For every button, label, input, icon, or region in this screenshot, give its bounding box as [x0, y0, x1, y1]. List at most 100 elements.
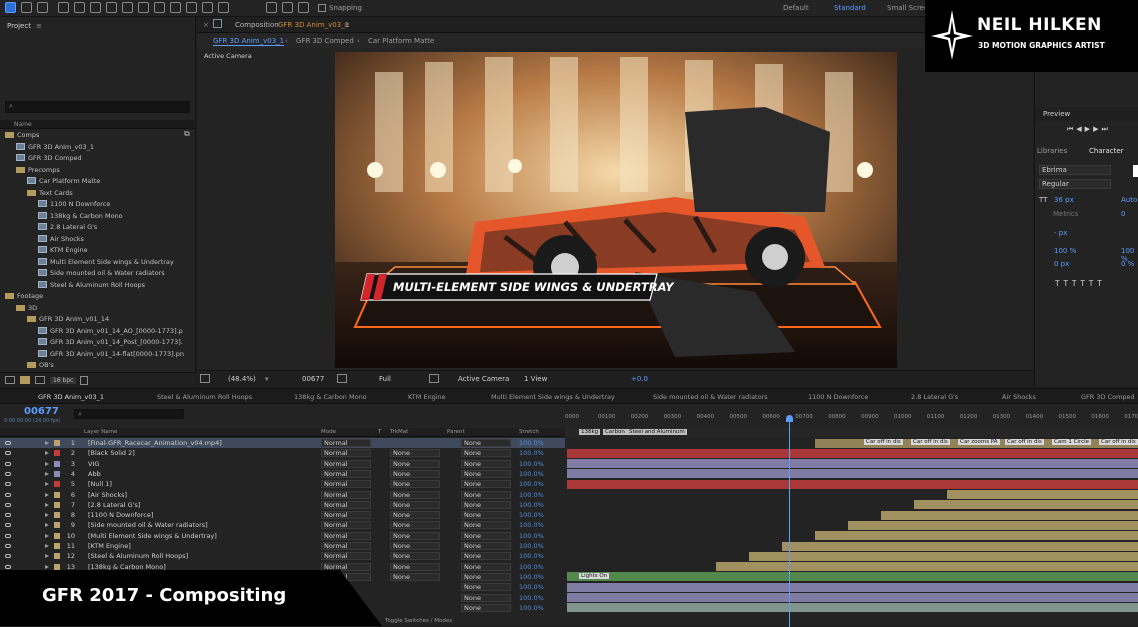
toggle-switches-modes[interactable]: Toggle Switches / Modes [385, 618, 452, 624]
parent-select[interactable]: None [461, 449, 511, 458]
parent-select[interactable]: None [461, 583, 511, 592]
expand-triangle-icon[interactable] [45, 451, 49, 456]
parent-select[interactable]: None [461, 490, 511, 499]
selection-tool-icon[interactable] [5, 2, 16, 13]
flowchart-icon[interactable]: ⧉ [184, 129, 190, 139]
type-tool-icon[interactable] [138, 2, 149, 13]
tsume-value[interactable]: 0 % [1121, 260, 1134, 268]
visibility-eye-icon[interactable] [5, 451, 11, 456]
parent-select[interactable]: None [461, 552, 511, 561]
vertical-scale-value[interactable]: 100 % [1054, 247, 1076, 255]
chevron-down-icon[interactable]: ▾ [265, 375, 269, 383]
visibility-eye-icon[interactable] [5, 513, 11, 518]
track-matte-select[interactable]: None [390, 562, 440, 571]
layer-marker[interactable]: Lights On [579, 573, 610, 579]
project-column-header[interactable]: Name [0, 120, 196, 129]
font-style-select[interactable]: Regular [1039, 179, 1111, 189]
parent-select[interactable]: None [461, 459, 511, 468]
header-trkmat[interactable]: TrkMat [390, 429, 408, 435]
header-mode[interactable]: Mode [321, 429, 336, 435]
stretch-value[interactable]: 100.0% [519, 541, 544, 551]
project-item[interactable]: GFR 3D Anim_v01_14_Post_[0000-1773]. [38, 337, 183, 348]
layer-duration-bar[interactable] [567, 479, 1138, 489]
parent-select[interactable]: None [461, 572, 511, 581]
expand-triangle-icon[interactable] [45, 471, 49, 476]
timeline-tab[interactable]: Steel & Aluminum Roll Hoops [157, 393, 252, 401]
parent-select[interactable]: None [461, 439, 511, 447]
parent-select[interactable]: None [461, 562, 511, 571]
expand-triangle-icon[interactable] [45, 564, 49, 569]
comp-marker[interactable]: 138kg [579, 429, 601, 435]
visibility-eye-icon[interactable] [5, 492, 11, 497]
comp-marker[interactable]: Carbon [603, 429, 627, 435]
track-matte-select[interactable]: None [390, 459, 440, 468]
project-item[interactable]: KTM Engine [38, 245, 88, 256]
layer-duration-bar[interactable] [567, 593, 1138, 602]
parent-select[interactable]: None [461, 469, 511, 478]
expand-triangle-icon[interactable] [45, 492, 49, 497]
pen-tool-icon[interactable] [122, 2, 133, 13]
current-time-indicator[interactable] [789, 419, 790, 627]
layer-row[interactable]: 2 [Black Solid 2] Normal None None 100.0% [0, 448, 565, 458]
stretch-value[interactable]: 100.0% [519, 510, 544, 520]
header-t[interactable]: T [378, 429, 381, 435]
parent-select[interactable]: None [461, 480, 511, 489]
layer-duration-bar[interactable] [815, 531, 1138, 541]
layer-row[interactable]: 6 [Air Shocks] Normal None None 100.0% [0, 490, 565, 500]
track-matte-select[interactable]: None [390, 500, 440, 509]
expand-triangle-icon[interactable] [45, 482, 49, 487]
track-matte-select[interactable]: None [390, 490, 440, 499]
layer-mode-select[interactable]: Normal [321, 552, 371, 561]
header-layer-name[interactable]: Layer Name [84, 429, 117, 435]
project-search-input[interactable]: ⌕ [5, 101, 190, 113]
layer-duration-bar[interactable] [567, 572, 1138, 582]
rotate-tool-icon[interactable] [58, 2, 69, 13]
visibility-eye-icon[interactable] [5, 533, 11, 538]
rectangle-tool-icon[interactable] [106, 2, 117, 13]
project-folder[interactable]: GFR 3D Anim_v01_14 [27, 314, 109, 325]
project-item[interactable]: GFR 3D Anim_v03_1 [16, 142, 94, 153]
stretch-value[interactable]: 100.0% [519, 479, 544, 489]
stretch-value[interactable]: 100.0% [519, 500, 544, 510]
leading-value[interactable]: Auto [1121, 196, 1137, 204]
layer-duration-bar[interactable] [567, 469, 1138, 479]
trash-icon[interactable] [80, 376, 88, 385]
track-matte-select[interactable]: None [390, 542, 440, 550]
region-of-interest-icon[interactable] [429, 374, 439, 383]
track-matte-select[interactable]: None [390, 572, 440, 581]
expand-triangle-icon[interactable] [45, 441, 49, 445]
new-composition-icon[interactable] [35, 376, 45, 384]
expand-triangle-icon[interactable] [45, 533, 49, 538]
comp-marker[interactable]: Steel and Aluminum [627, 429, 687, 435]
breadcrumb-gfr-3d-anim[interactable]: GFR 3D Anim_v03_1 [213, 37, 285, 46]
layer-duration-bar[interactable] [947, 490, 1138, 499]
layer-row[interactable]: 5 [Null 1] Normal None None 100.0% [0, 479, 565, 489]
timeline-tab[interactable]: Air Shocks [1002, 393, 1036, 401]
header-stretch[interactable]: Stretch [519, 429, 539, 435]
layer-duration-bar[interactable] [848, 520, 1138, 530]
zoom-tool-icon[interactable] [37, 2, 48, 13]
stretch-value[interactable]: 100.0% [519, 551, 544, 561]
layer-duration-bar[interactable] [914, 500, 1138, 510]
layer-mode-select[interactable]: Normal [321, 480, 371, 489]
visibility-eye-icon[interactable] [5, 564, 11, 569]
stretch-value[interactable]: 100.0% [519, 438, 544, 448]
resolution-select[interactable]: Full [379, 375, 391, 383]
layer-mode-select[interactable]: Normal [321, 542, 371, 550]
new-folder-icon[interactable] [20, 376, 30, 384]
layer-duration-bar[interactable] [749, 551, 1138, 561]
layer-marker[interactable]: Car off in dis [864, 439, 903, 445]
layer-duration-bar[interactable] [782, 541, 1138, 551]
exposure-value[interactable]: +0.0 [631, 375, 648, 383]
layer-mode-select[interactable]: Normal [321, 439, 371, 447]
expand-triangle-icon[interactable] [45, 523, 49, 528]
clone-stamp-tool-icon[interactable] [170, 2, 181, 13]
stretch-value[interactable]: 100.0% [519, 520, 544, 530]
layer-label-color[interactable] [54, 440, 60, 446]
snapshot-icon[interactable] [337, 374, 347, 383]
parent-select[interactable]: None [461, 531, 511, 540]
world-axis-icon[interactable] [282, 2, 293, 13]
composition-canvas[interactable]: MULTI-ELEMENT SIDE WINGS & UNDERTRAY [335, 52, 897, 368]
stretch-value[interactable]: 100.0% [519, 562, 544, 572]
track-matte-select[interactable]: None [390, 521, 440, 530]
